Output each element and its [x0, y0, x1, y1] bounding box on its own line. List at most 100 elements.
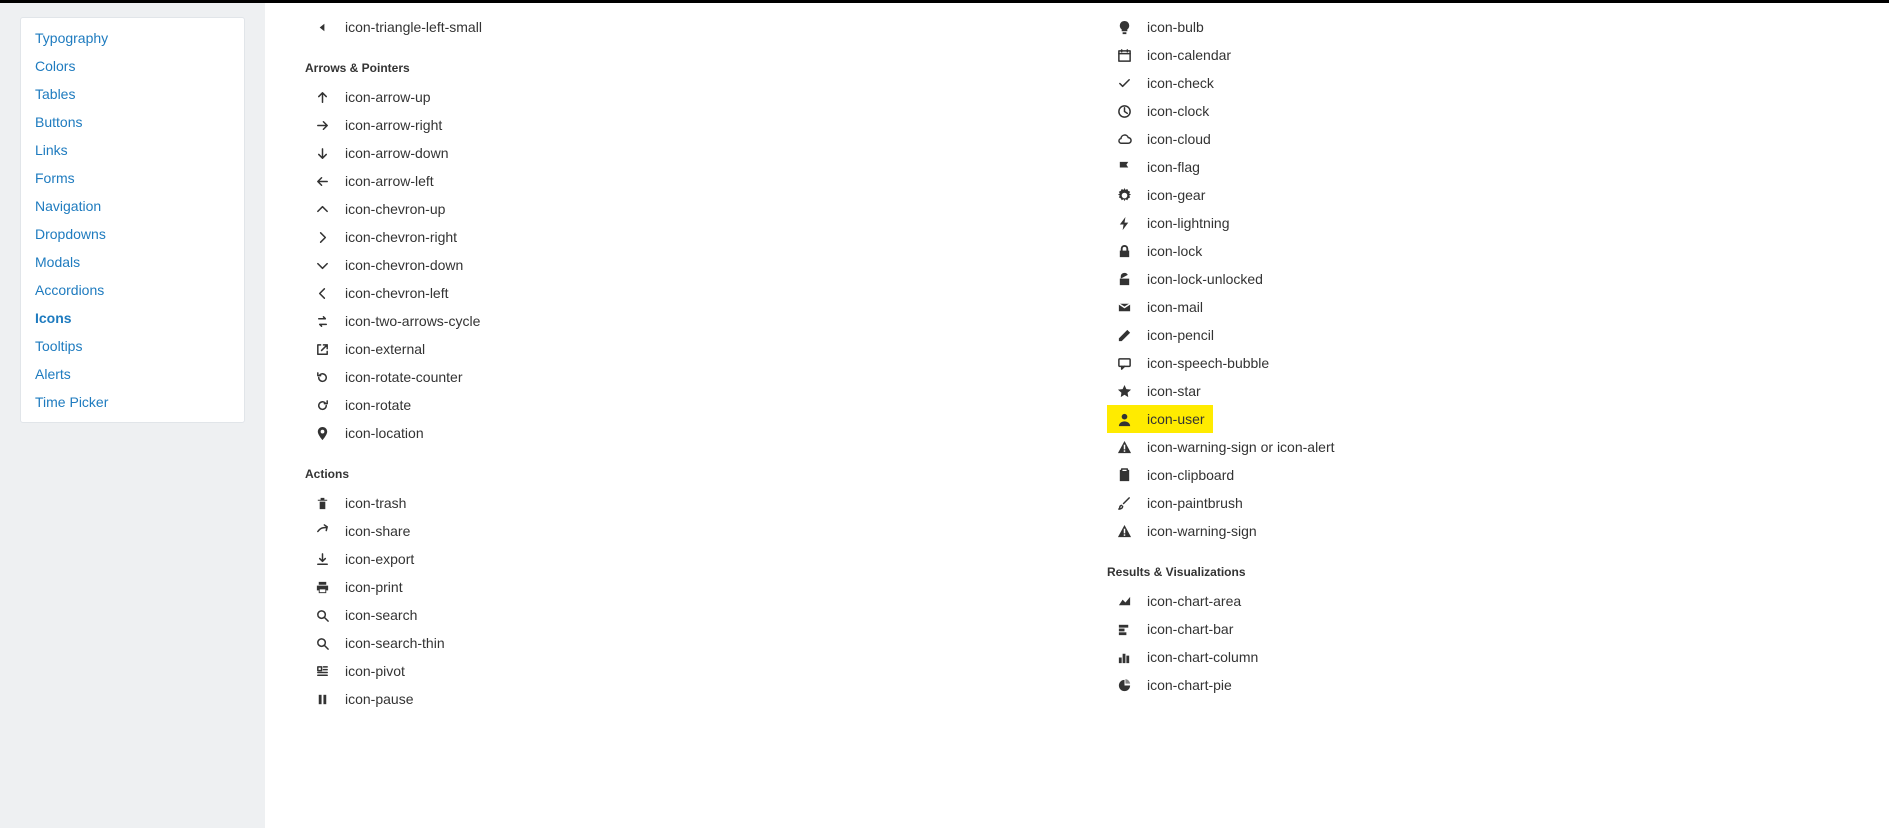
sidebar-item-tables[interactable]: Tables — [21, 80, 244, 108]
icon-row-cloud: icon-cloud — [1107, 125, 1849, 153]
icon-label: icon-cloud — [1147, 131, 1211, 147]
search-thin-icon — [313, 634, 331, 652]
icon-label: icon-chevron-right — [345, 229, 457, 245]
chevron-down-icon — [313, 256, 331, 274]
icon-row-rotate: icon-rotate — [305, 391, 1047, 419]
icon-label: icon-share — [345, 523, 410, 539]
cloud-icon — [1115, 130, 1133, 148]
icon-row-lock: icon-lock — [1107, 237, 1849, 265]
sidebar-item-accordions[interactable]: Accordions — [21, 276, 244, 304]
print-icon — [313, 578, 331, 596]
icon-label: icon-chart-column — [1147, 649, 1258, 665]
icon-row-share: icon-share — [305, 517, 1047, 545]
icon-label: icon-arrow-down — [345, 145, 448, 161]
external-icon — [313, 340, 331, 358]
icon-row-rotate-counter: icon-rotate-counter — [305, 363, 1047, 391]
flag-icon — [1115, 158, 1133, 176]
icon-row-triangle-left-small: icon-triangle-left-small — [305, 13, 1047, 41]
arrow-down-icon — [313, 144, 331, 162]
sidebar-item-alerts[interactable]: Alerts — [21, 360, 244, 388]
mail-icon — [1115, 298, 1133, 316]
lightning-icon — [1115, 214, 1133, 232]
icon-row-export: icon-export — [305, 545, 1047, 573]
icon-row-user: icon-user — [1107, 405, 1213, 433]
icon-label: icon-warning-sign — [1147, 523, 1257, 539]
icon-row-clock: icon-clock — [1107, 97, 1849, 125]
icon-row-warning-sign: icon-warning-sign or icon-alert — [1107, 433, 1849, 461]
sidebar-item-colors[interactable]: Colors — [21, 52, 244, 80]
icon-row-paintbrush: icon-paintbrush — [1107, 489, 1849, 517]
icon-row-chevron-down: icon-chevron-down — [305, 251, 1047, 279]
clipboard-icon — [1115, 466, 1133, 484]
icon-label: icon-star — [1147, 383, 1201, 399]
icon-label: icon-clipboard — [1147, 467, 1234, 483]
icon-label: icon-calendar — [1147, 47, 1231, 63]
icon-label: icon-triangle-left-small — [345, 19, 482, 35]
speech-bubble-icon — [1115, 354, 1133, 372]
icon-label: icon-lock — [1147, 243, 1202, 259]
icon-row-speech-bubble: icon-speech-bubble — [1107, 349, 1849, 377]
icon-row-mail: icon-mail — [1107, 293, 1849, 321]
icon-row-lightning: icon-lightning — [1107, 209, 1849, 237]
icon-row-star: icon-star — [1107, 377, 1849, 405]
icon-label: icon-lock-unlocked — [1147, 271, 1263, 287]
sidebar-item-time-picker[interactable]: Time Picker — [21, 388, 244, 416]
icon-label: icon-flag — [1147, 159, 1200, 175]
icon-row-chart-pie: icon-chart-pie — [1107, 671, 1849, 699]
sidebar-item-typography[interactable]: Typography — [21, 24, 244, 52]
group-title: Actions — [305, 467, 1047, 481]
chevron-up-icon — [313, 200, 331, 218]
sidebar-item-navigation[interactable]: Navigation — [21, 192, 244, 220]
main-content: icon-triangle-left-smallArrows & Pointer… — [265, 3, 1889, 828]
search-icon — [313, 606, 331, 624]
sidebar-item-modals[interactable]: Modals — [21, 248, 244, 276]
icon-label: icon-print — [345, 579, 403, 595]
bulb-icon — [1115, 18, 1133, 36]
chart-bar-icon — [1115, 620, 1133, 638]
sidebar-item-tooltips[interactable]: Tooltips — [21, 332, 244, 360]
chart-pie-icon — [1115, 676, 1133, 694]
sidebar-item-icons[interactable]: Icons — [21, 304, 244, 332]
check-icon — [1115, 74, 1133, 92]
left-column: icon-triangle-left-smallArrows & Pointer… — [305, 13, 1047, 713]
arrow-left-icon — [313, 172, 331, 190]
icon-label: icon-rotate-counter — [345, 369, 463, 385]
sidebar-item-forms[interactable]: Forms — [21, 164, 244, 192]
icon-label: icon-chart-bar — [1147, 621, 1233, 637]
icon-label: icon-chevron-up — [345, 201, 445, 217]
pause-icon — [313, 690, 331, 708]
gear-icon — [1115, 186, 1133, 204]
pencil-icon — [1115, 326, 1133, 344]
icon-label: icon-user — [1147, 411, 1205, 427]
lock-unlocked-icon — [1115, 270, 1133, 288]
triangle-left-small-icon — [313, 18, 331, 36]
icon-label: icon-export — [345, 551, 414, 567]
icon-label: icon-gear — [1147, 187, 1205, 203]
right-column: icon-bulbicon-calendaricon-checkicon-clo… — [1107, 13, 1849, 713]
icon-row-print: icon-print — [305, 573, 1047, 601]
chevron-right-icon — [313, 228, 331, 246]
sidebar-item-buttons[interactable]: Buttons — [21, 108, 244, 136]
sidebar-item-links[interactable]: Links — [21, 136, 244, 164]
icon-row-chart-column: icon-chart-column — [1107, 643, 1849, 671]
sidebar-item-dropdowns[interactable]: Dropdowns — [21, 220, 244, 248]
icon-row-two-arrows-cycle: icon-two-arrows-cycle — [305, 307, 1047, 335]
icon-row-arrow-left: icon-arrow-left — [305, 167, 1047, 195]
icon-label: icon-chevron-left — [345, 285, 449, 301]
icon-label: icon-pause — [345, 691, 414, 707]
chart-column-icon — [1115, 648, 1133, 666]
share-icon — [313, 522, 331, 540]
icon-row-chart-bar: icon-chart-bar — [1107, 615, 1849, 643]
icon-row-pencil: icon-pencil — [1107, 321, 1849, 349]
icon-label: icon-chevron-down — [345, 257, 463, 273]
icon-label: icon-search-thin — [345, 635, 445, 651]
icon-label: icon-paintbrush — [1147, 495, 1243, 511]
arrow-right-icon — [313, 116, 331, 134]
icon-label: icon-chart-area — [1147, 593, 1241, 609]
icon-row-gear: icon-gear — [1107, 181, 1849, 209]
icon-label: icon-two-arrows-cycle — [345, 313, 480, 329]
icon-label: icon-rotate — [345, 397, 411, 413]
star-icon — [1115, 382, 1133, 400]
icon-row-calendar: icon-calendar — [1107, 41, 1849, 69]
icon-label: icon-mail — [1147, 299, 1203, 315]
